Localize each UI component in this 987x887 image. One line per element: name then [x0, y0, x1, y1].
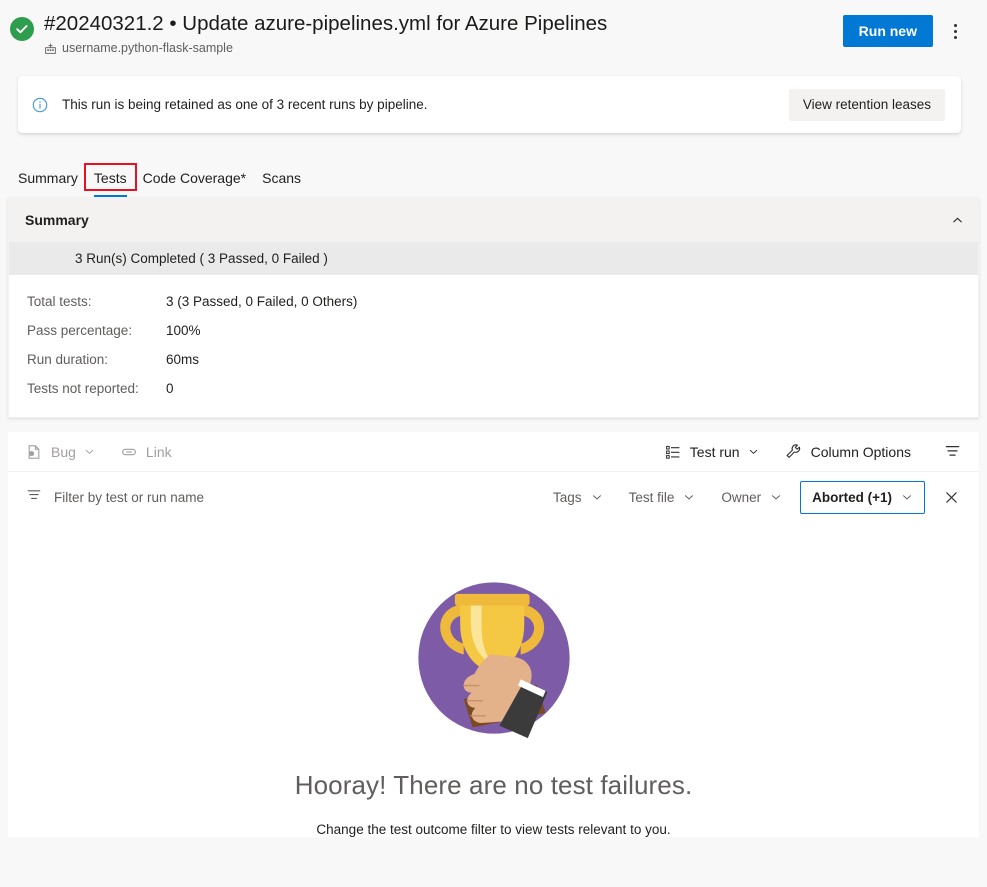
chevron-down-icon	[591, 491, 603, 503]
retention-banner-message: This run is being retained as one of 3 r…	[62, 97, 428, 112]
wrench-icon	[785, 443, 802, 460]
header-titles: #20240321.2 • Update azure-pipelines.yml…	[44, 10, 607, 55]
close-x-icon[interactable]	[935, 481, 967, 513]
chevron-down-icon	[84, 446, 95, 457]
pipeline-repo-icon	[44, 42, 57, 55]
summary-row-value: 0	[166, 381, 174, 396]
tab-tests-label: Tests	[93, 170, 127, 186]
link-button-label: Link	[145, 443, 172, 460]
tests-panel: Bug Link Test run Column Options Filter …	[8, 432, 979, 837]
filter-pill-owner-label: Owner	[721, 489, 762, 505]
summary-row-key: Pass percentage:	[27, 323, 133, 338]
empty-state-subtitle: Change the test outcome filter to view t…	[316, 822, 671, 837]
header-actions: Run new	[842, 15, 971, 47]
filter-icon	[26, 487, 42, 508]
tab-tests[interactable]: Tests	[83, 163, 137, 197]
summary-row-value: 3 (3 Passed, 0 Failed, 0 Others)	[166, 294, 358, 309]
view-retention-leases-button[interactable]: View retention leases	[788, 88, 945, 121]
tab-code-coverage-label: Code Coverage*	[142, 170, 247, 186]
filter-pill-tags-label: Tags	[553, 489, 582, 505]
summary-row-key: Run duration:	[27, 352, 109, 367]
tests-toolbar: Bug Link Test run Column Options	[8, 432, 979, 472]
filter-pill-outcome-label: Aborted (+1)	[812, 489, 892, 505]
chevron-down-icon	[770, 491, 782, 503]
page-title: #20240321.2 • Update azure-pipelines.yml…	[44, 12, 608, 35]
empty-state: Hooray! There are no test failures. Chan…	[8, 522, 979, 837]
summary-row-value: 60ms	[166, 352, 200, 367]
summary-section-title: Summary	[25, 212, 89, 228]
bug-button-label: Bug	[51, 443, 76, 460]
grouping-list-icon	[665, 444, 681, 460]
tab-summary[interactable]: Summary	[10, 169, 86, 197]
repo-name: username.python-flask-sample	[62, 41, 233, 55]
header-left: #20240321.2 • Update azure-pipelines.yml…	[10, 10, 843, 55]
trophy-held-in-hand-illustration	[405, 569, 583, 752]
tab-summary-label: Summary	[18, 170, 78, 186]
summary-row-run-duration: Run duration: 60ms	[9, 345, 978, 374]
column-options-button[interactable]: Column Options	[785, 443, 911, 460]
retention-banner-wrap: This run is being retained as one of 3 r…	[0, 70, 987, 133]
filter-pill-outcome[interactable]: Aborted (+1)	[800, 480, 925, 514]
tab-code-coverage[interactable]: Code Coverage*	[135, 169, 255, 197]
column-options-label: Column Options	[810, 443, 911, 460]
chevron-down-icon	[901, 491, 913, 503]
summary-card: Summary 3 Run(s) Completed ( 3 Passed, 0…	[8, 197, 979, 418]
link-icon	[121, 444, 137, 460]
filter-pill-tags[interactable]: Tags	[545, 481, 611, 513]
tests-filter-bar: Tags Test file Owner Aborted (+1)	[8, 472, 979, 522]
kebab-menu-icon[interactable]	[939, 15, 971, 47]
tab-scans-label: Scans	[262, 170, 302, 186]
filter-pill-test-file-label: Test file	[628, 489, 675, 505]
summary-row-total-tests: Total tests: 3 (3 Passed, 0 Failed, 0 Ot…	[9, 287, 978, 316]
empty-state-title: Hooray! There are no test failures.	[294, 770, 693, 800]
filter-pill-test-file[interactable]: Test file	[621, 481, 704, 513]
filter-input-wrap	[26, 487, 535, 508]
bug-button[interactable]: Bug	[26, 444, 95, 460]
filter-pill-owner[interactable]: Owner	[713, 481, 790, 513]
filter-icon[interactable]	[937, 437, 967, 467]
summary-row-value: 100%	[166, 323, 201, 338]
page-header: #20240321.2 • Update azure-pipelines.yml…	[0, 0, 987, 70]
chevron-down-icon	[683, 491, 695, 503]
info-circle-icon	[32, 97, 48, 113]
success-check-icon	[10, 17, 34, 41]
summary-row-key: Tests not reported:	[27, 381, 139, 396]
summary-row-key: Total tests:	[27, 294, 92, 309]
summary-runs-line: 3 Run(s) Completed ( 3 Passed, 0 Failed …	[9, 242, 978, 275]
chevron-up-icon[interactable]	[951, 214, 964, 227]
retention-banner: This run is being retained as one of 3 r…	[18, 76, 961, 133]
search-input[interactable]	[52, 488, 332, 506]
summary-row-pass-percentage: Pass percentage: 100%	[9, 316, 978, 345]
link-button[interactable]: Link	[121, 444, 172, 460]
repo-line: username.python-flask-sample	[44, 41, 607, 55]
bug-icon	[26, 444, 42, 460]
content-area: Summary 3 Run(s) Completed ( 3 Passed, 0…	[0, 197, 987, 837]
chevron-down-icon	[748, 446, 759, 457]
test-run-grouping-button[interactable]: Test run	[665, 444, 759, 460]
summary-section-header[interactable]: Summary	[9, 198, 978, 242]
tab-scans[interactable]: Scans	[254, 169, 309, 197]
summary-row-tests-not-reported: Tests not reported: 0	[9, 374, 978, 403]
summary-stats: Total tests: 3 (3 Passed, 0 Failed, 0 Ot…	[9, 275, 978, 417]
tab-bar: Summary Tests Code Coverage* Scans	[0, 149, 987, 197]
run-new-button[interactable]: Run new	[842, 15, 933, 47]
test-run-grouping-label: Test run	[689, 443, 740, 460]
